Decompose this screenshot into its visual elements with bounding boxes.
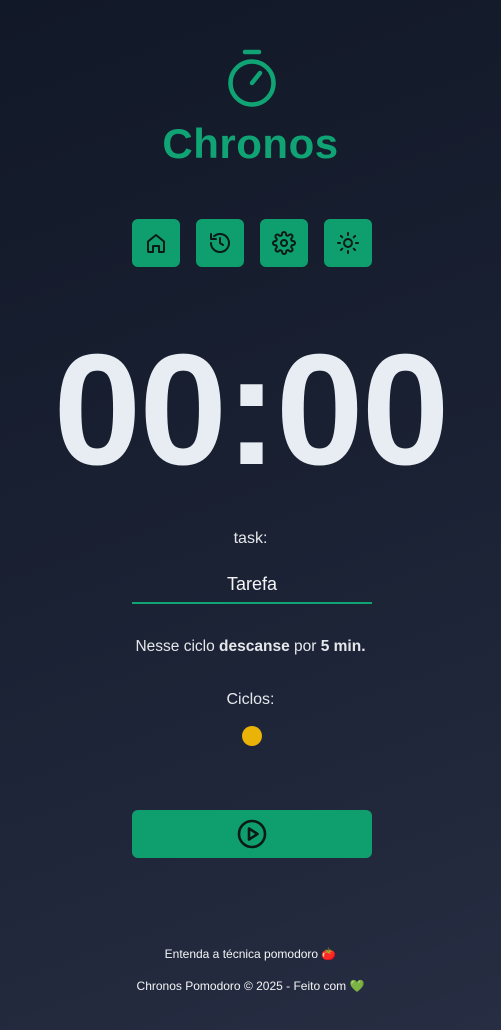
start-button[interactable]	[132, 810, 372, 858]
sun-icon	[337, 232, 359, 254]
stopwatch-icon	[228, 49, 276, 107]
copyright-text: Chronos Pomodoro © 2025 - Feito com 💚	[136, 979, 365, 993]
cycle-info: Nesse ciclo descanse por 5 min.	[0, 638, 501, 656]
cycle-indicator-dot	[242, 726, 262, 746]
cycles-label: Ciclos:	[226, 691, 275, 708]
task-label: task:	[233, 530, 268, 547]
history-icon	[210, 233, 230, 253]
task-input[interactable]	[132, 566, 372, 604]
play-circle-icon	[237, 819, 267, 849]
logo-icon	[227, 48, 277, 110]
cycle-info-action: descanse	[219, 638, 290, 655]
cycle-info-middle: por	[289, 638, 321, 655]
cycle-info-prefix: Nesse ciclo	[135, 638, 220, 655]
main-menu	[132, 219, 372, 267]
settings-button[interactable]	[260, 219, 308, 267]
theme-toggle-button[interactable]	[324, 219, 372, 267]
gear-icon	[272, 231, 296, 255]
history-button[interactable]	[196, 219, 244, 267]
countdown-timer: 00:00	[53, 322, 449, 498]
pomodoro-technique-link[interactable]: Entenda a técnica pomodoro 🍅	[0, 947, 501, 961]
home-icon	[147, 234, 165, 253]
home-button[interactable]	[132, 219, 180, 267]
cycle-info-duration: 5 min.	[320, 638, 366, 655]
brand-title: Chronos	[162, 120, 339, 167]
